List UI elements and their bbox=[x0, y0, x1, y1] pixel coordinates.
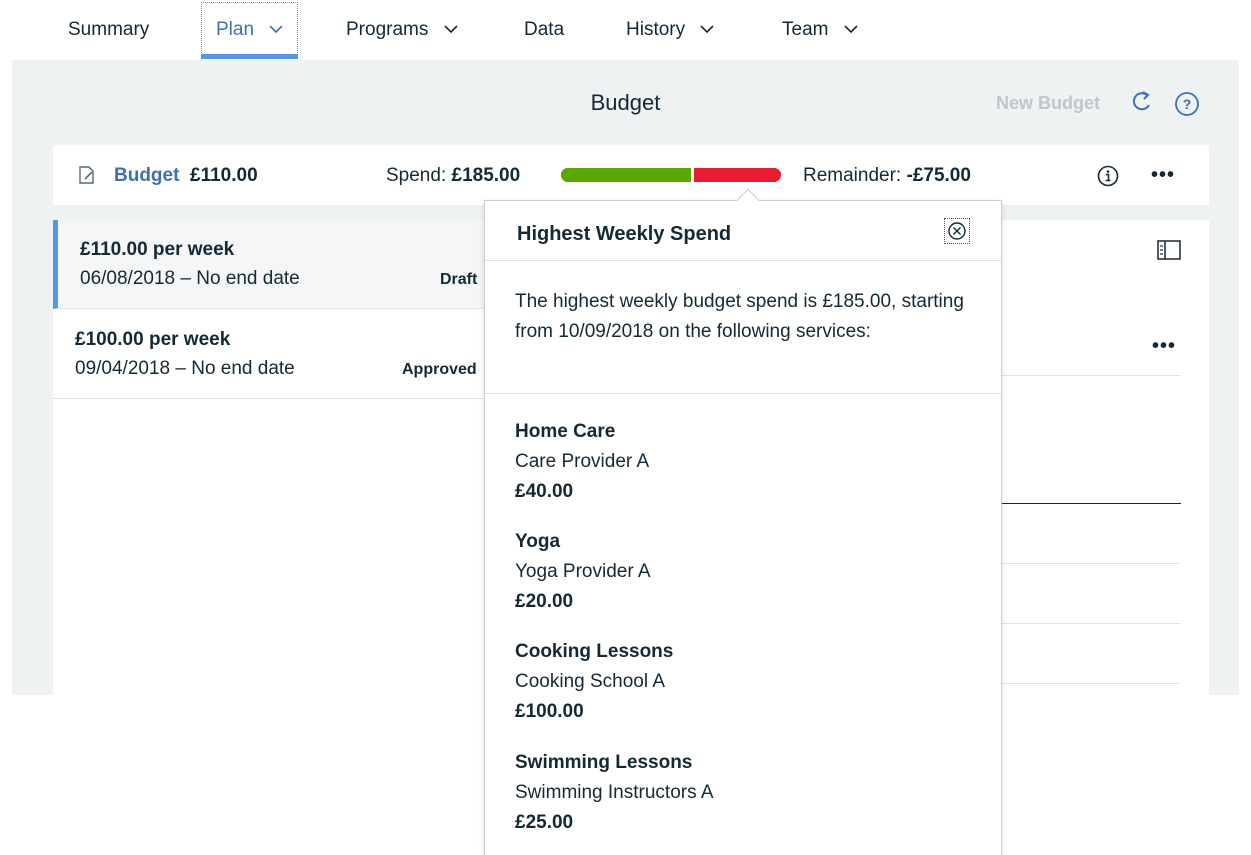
service-amount: £25.00 bbox=[515, 812, 574, 833]
service-item: Cooking Lessons Cooking School A £100.00 bbox=[515, 637, 975, 727]
tab-history[interactable]: History bbox=[626, 19, 714, 59]
remainder-label: Remainder: bbox=[803, 165, 902, 186]
budget-item-date: 09/04/2018 – No end date bbox=[75, 358, 295, 379]
popover-title: Highest Weekly Spend bbox=[517, 223, 732, 245]
help-icon[interactable]: ? bbox=[1174, 91, 1200, 117]
edit-icon[interactable] bbox=[77, 165, 97, 185]
popover-description: The highest weekly budget spend is £185.… bbox=[515, 291, 964, 342]
chevron-down-icon bbox=[444, 17, 458, 39]
highest-weekly-spend-popover: Highest Weekly Spend The highest weekly … bbox=[484, 188, 1002, 855]
top-nav-tabs: Summary Plan Programs Data History Team bbox=[0, 0, 1251, 60]
service-provider: Swimming Instructors A bbox=[515, 782, 714, 803]
budget-summary-bar: Budget £110.00 Spend: £185.00 Remainder:… bbox=[53, 145, 1209, 205]
service-name: Swimming Lessons bbox=[515, 752, 693, 773]
info-icon[interactable] bbox=[1097, 165, 1119, 187]
chevron-down-icon bbox=[844, 17, 858, 39]
service-provider: Cooking School A bbox=[515, 671, 665, 692]
spend-summary: Spend: £185.00 bbox=[386, 165, 520, 187]
tab-data-label: Data bbox=[524, 19, 565, 40]
side-panel-icon[interactable] bbox=[1157, 240, 1181, 260]
budget-list: £110.00 per week 06/08/2018 – No end dat… bbox=[53, 220, 493, 695]
service-amount: £40.00 bbox=[515, 481, 574, 502]
budget-item-title: £100.00 per week bbox=[75, 329, 231, 350]
divider bbox=[485, 260, 1001, 261]
service-name: Yoga bbox=[515, 531, 561, 552]
close-icon[interactable] bbox=[944, 218, 970, 244]
new-budget-button[interactable]: New Budget bbox=[996, 93, 1100, 114]
over-budget-fill bbox=[692, 168, 781, 182]
svg-text:?: ? bbox=[1183, 96, 1192, 112]
service-item: Yoga Yoga Provider A £20.00 bbox=[515, 527, 975, 617]
list-item[interactable]: £100.00 per week 09/04/2018 – No end dat… bbox=[53, 310, 493, 399]
list-item[interactable]: £110.00 per week 06/08/2018 – No end dat… bbox=[53, 220, 493, 309]
status-badge: Draft bbox=[440, 271, 478, 288]
service-amount: £100.00 bbox=[515, 701, 584, 722]
service-item: Home Care Care Provider A £40.00 bbox=[515, 417, 975, 507]
remainder-amount: -£75.00 bbox=[906, 165, 971, 186]
service-name: Cooking Lessons bbox=[515, 641, 674, 662]
more-icon[interactable]: ••• bbox=[1151, 164, 1175, 187]
budget-item-title: £110.00 per week bbox=[80, 239, 235, 260]
tab-team[interactable]: Team bbox=[782, 19, 858, 59]
tab-programs[interactable]: Programs bbox=[346, 19, 458, 59]
tab-summary-label: Summary bbox=[68, 19, 150, 40]
service-provider: Yoga Provider A bbox=[515, 561, 651, 582]
tab-focus-ring bbox=[201, 2, 299, 55]
chevron-down-icon bbox=[269, 17, 283, 39]
chevron-down-icon bbox=[700, 17, 714, 39]
tab-summary[interactable]: Summary bbox=[68, 19, 149, 59]
budget-detail-area: ••• bbox=[1000, 220, 1209, 695]
spend-label: Spend: bbox=[386, 165, 447, 186]
remainder-summary: Remainder: -£75.00 bbox=[803, 165, 971, 187]
spend-amount: £185.00 bbox=[451, 165, 521, 186]
divider bbox=[1000, 623, 1181, 624]
status-badge: Approved bbox=[402, 361, 477, 378]
divider bbox=[485, 393, 1001, 394]
tab-plan[interactable]: Plan bbox=[200, 2, 299, 59]
tab-team-label: Team bbox=[782, 19, 829, 41]
tab-programs-label: Programs bbox=[346, 19, 429, 41]
service-item: Swimming Lessons Swimming Instructors A … bbox=[515, 748, 975, 838]
refresh-icon[interactable] bbox=[1130, 90, 1154, 114]
service-provider: Care Provider A bbox=[515, 451, 650, 472]
budget-separator bbox=[691, 168, 694, 182]
spend-progress-bar[interactable] bbox=[561, 168, 781, 182]
divider bbox=[1000, 503, 1181, 504]
within-budget-fill bbox=[561, 168, 692, 182]
divider bbox=[1000, 683, 1181, 684]
service-amount: £20.00 bbox=[515, 591, 574, 612]
more-icon[interactable]: ••• bbox=[1152, 335, 1176, 358]
tab-data[interactable]: Data bbox=[524, 19, 564, 59]
service-name: Home Care bbox=[515, 421, 616, 442]
budget-link[interactable]: Budget bbox=[114, 165, 179, 187]
divider bbox=[1000, 375, 1181, 376]
budget-amount: £110.00 bbox=[190, 165, 258, 186]
divider bbox=[1000, 563, 1181, 564]
tab-history-label: History bbox=[626, 19, 686, 41]
budget-item-date: 06/08/2018 – No end date bbox=[80, 268, 300, 289]
